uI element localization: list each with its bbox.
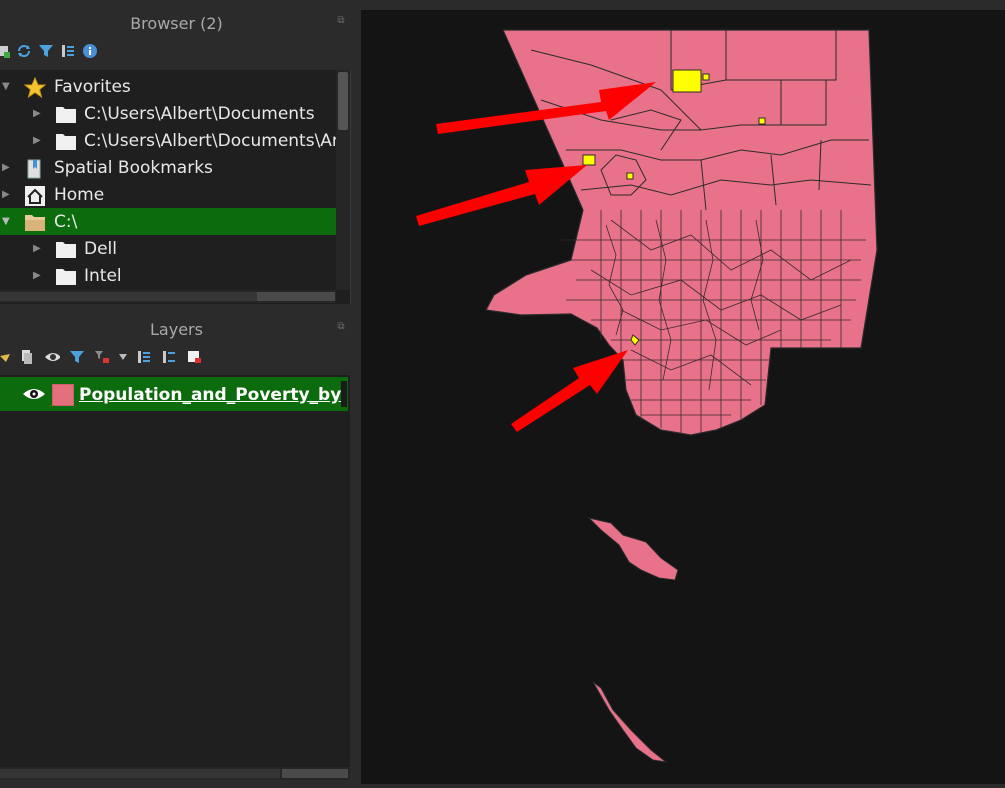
style-manager-icon[interactable] — [0, 349, 10, 365]
expanded-arrow-icon[interactable]: ▼ — [2, 81, 10, 92]
home-icon — [24, 185, 46, 206]
scrollbar-thumb[interactable] — [338, 72, 348, 130]
folder-icon — [55, 266, 77, 286]
tree-item-intel[interactable]: ▶ Intel — [0, 262, 336, 289]
browser-tree: ▼ Favorites ▶ C:\Users\Albert\Documents … — [0, 70, 351, 304]
island-san-clemente — [592, 681, 668, 763]
highlight-tract-west — [582, 154, 596, 166]
layers-tree — [0, 375, 350, 780]
tree-item-documents[interactable]: ▶ C:\Users\Albert\Documents — [0, 100, 336, 127]
layer-name: Population_and_Poverty_by_Census_Tract — [79, 385, 341, 405]
left-dock: Browser (2) ⧉ ▼ Favorites ▶ C:\Users\Alb… — [0, 0, 353, 786]
collapsed-arrow-icon[interactable]: ▶ — [33, 243, 41, 254]
expanded-arrow-icon[interactable]: ▼ — [2, 216, 10, 227]
layer-symbol-swatch[interactable] — [52, 384, 74, 406]
add-group-icon[interactable] — [19, 349, 35, 365]
browser-panel-title: Browser (2) — [130, 14, 223, 33]
bookmark-icon — [24, 158, 46, 178]
remove-layer-icon[interactable] — [186, 349, 202, 365]
tree-item-label: C:\Users\Albert\Documents — [84, 103, 315, 124]
folder-icon — [55, 104, 77, 124]
collapsed-arrow-icon[interactable]: ▶ — [33, 135, 41, 146]
collapse-all-icon[interactable] — [60, 43, 76, 59]
browser-horizontal-scrollbar[interactable] — [0, 290, 336, 303]
refresh-icon[interactable] — [16, 43, 32, 59]
manage-visibility-icon[interactable] — [44, 349, 60, 365]
browser-float-button[interactable]: ⧉ — [336, 16, 346, 26]
collapsed-arrow-icon[interactable]: ▶ — [33, 108, 41, 119]
tree-item-favorites[interactable]: ▼ Favorites — [0, 73, 336, 100]
map-canvas[interactable] — [361, 10, 1005, 784]
collapsed-arrow-icon[interactable]: ▶ — [2, 162, 10, 173]
tree-item-dell[interactable]: ▶ Dell — [0, 235, 336, 262]
layer-row-population-poverty[interactable]: Population_and_Poverty_by_Census_Tract — [0, 377, 348, 411]
layers-float-button[interactable]: ⧉ — [336, 322, 346, 332]
tree-item-c-drive[interactable]: ▼ C:\ — [0, 208, 336, 235]
scrollbar-track[interactable] — [0, 769, 280, 778]
highlight-tract-northeast — [758, 117, 766, 125]
highlight-tract-north — [672, 69, 702, 93]
filter-legend-icon[interactable] — [69, 349, 85, 365]
tree-item-label: Dell — [84, 238, 117, 259]
collapse-all-layers-icon[interactable] — [161, 349, 177, 365]
expand-all-icon[interactable] — [136, 349, 152, 365]
folder-icon — [55, 131, 77, 151]
scrollbar-thumb[interactable] — [282, 769, 348, 778]
drive-folder-icon — [24, 212, 46, 232]
tree-item-label: Home — [54, 184, 105, 205]
tree-item-home[interactable]: ▶ Home — [0, 181, 336, 208]
info-icon[interactable] — [82, 43, 98, 59]
layer-row-edge — [341, 381, 347, 407]
scrollbar-track[interactable] — [0, 292, 257, 301]
scrollbar-thumb[interactable] — [257, 292, 335, 301]
island-santa-catalina — [587, 517, 679, 581]
tree-item-label: Intel — [84, 265, 122, 286]
tree-item-label: C:\ — [54, 211, 78, 232]
dropdown-arrow-icon[interactable] — [119, 349, 127, 365]
collapsed-arrow-icon[interactable]: ▶ — [2, 189, 10, 200]
tree-item-label: C:\Users\Albert\Documents\ArcGIS — [84, 130, 336, 151]
browser-vertical-scrollbar[interactable] — [336, 70, 350, 290]
map-svg — [416, 29, 878, 763]
add-selected-icon[interactable] — [0, 43, 10, 59]
layers-toolbar — [0, 346, 202, 368]
eye-visibility-icon[interactable] — [22, 385, 46, 407]
highlight-tract-north-small — [702, 73, 710, 81]
tree-item-label: Spatial Bookmarks — [54, 157, 213, 178]
tree-item-spatial-bookmarks[interactable]: ▶ Spatial Bookmarks — [0, 154, 336, 181]
folder-icon — [55, 239, 77, 259]
browser-toolbar — [0, 40, 98, 62]
layers-horizontal-scrollbar[interactable] — [0, 767, 350, 780]
filter-icon[interactable] — [38, 43, 54, 59]
tree-item-label: Favorites — [54, 76, 131, 97]
tree-item-arcgis[interactable]: ▶ C:\Users\Albert\Documents\ArcGIS — [0, 127, 336, 154]
collapsed-arrow-icon[interactable]: ▶ — [33, 270, 41, 281]
filter-expression-icon[interactable] — [94, 349, 110, 365]
star-icon — [23, 76, 47, 98]
red-arrow-south — [511, 350, 628, 432]
red-arrow-west — [416, 165, 587, 226]
layers-panel-title: Layers — [150, 320, 203, 339]
highlight-tract-west-small — [626, 172, 634, 180]
